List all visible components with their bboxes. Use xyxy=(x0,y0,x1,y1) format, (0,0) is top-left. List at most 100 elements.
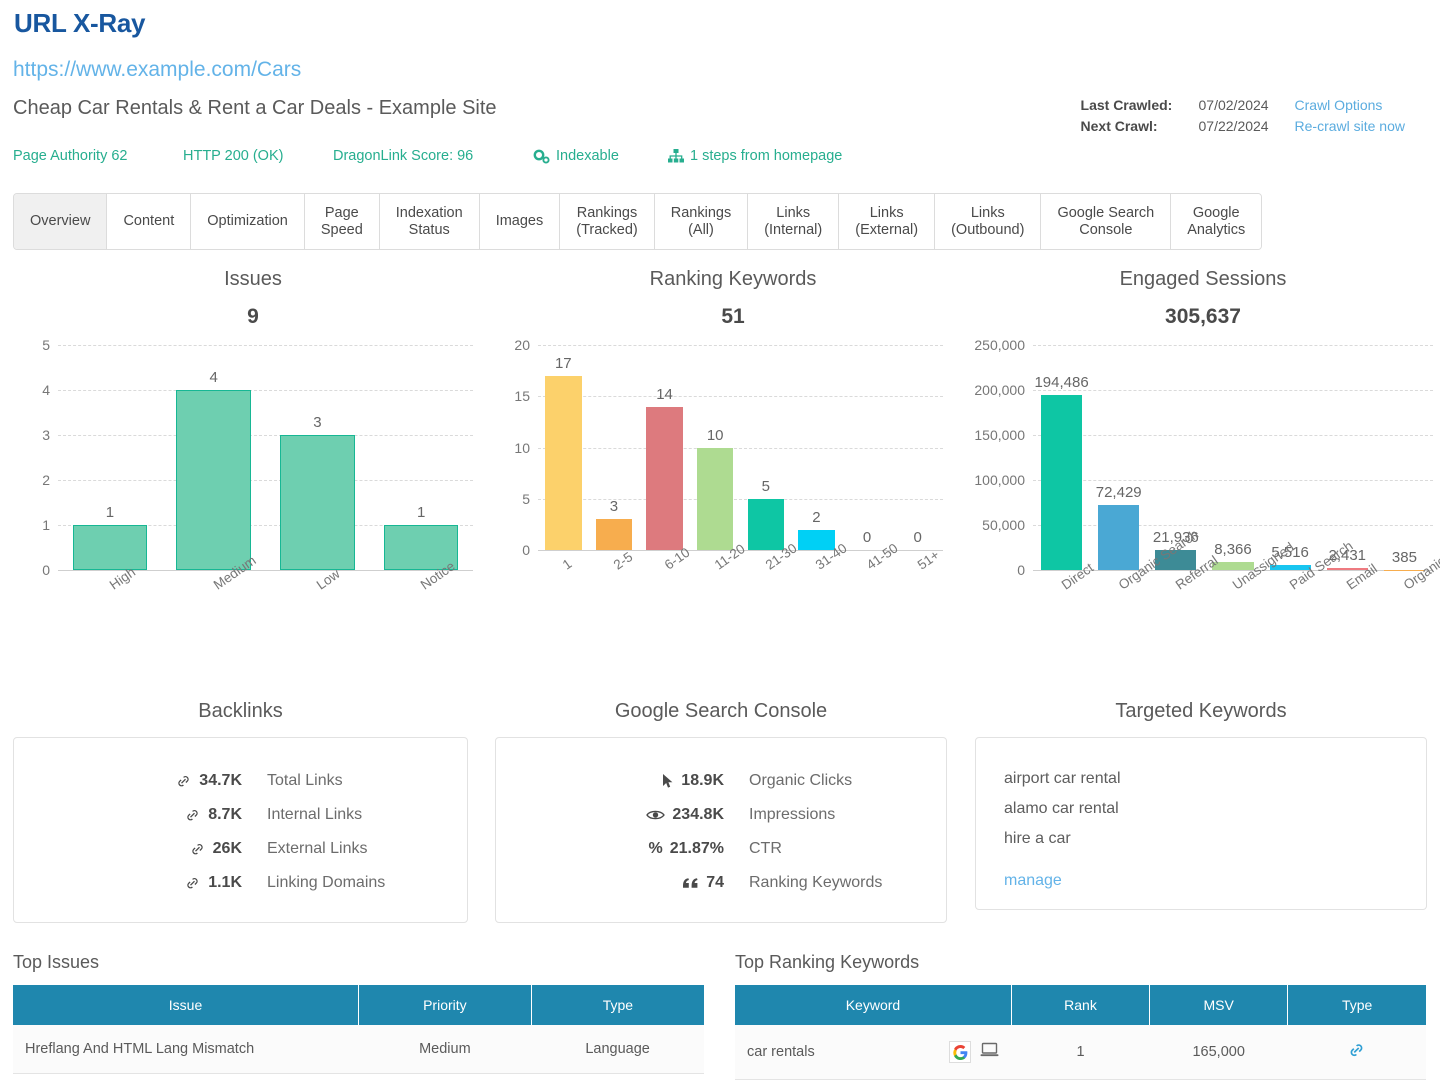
tab-content[interactable]: Content xyxy=(107,194,192,249)
bar-slot[interactable]: 3 xyxy=(266,345,370,570)
top-issues-caption: Top Issues xyxy=(13,952,100,972)
bar[interactable] xyxy=(798,529,835,550)
column-header[interactable]: Type xyxy=(531,985,704,1025)
stat-label: External Links xyxy=(267,840,368,857)
cell-rank: 1 xyxy=(1011,1025,1150,1080)
column-header[interactable]: Keyword xyxy=(735,985,1012,1025)
bar-slot[interactable]: 194,486 xyxy=(1033,345,1090,570)
bar[interactable] xyxy=(280,435,355,570)
y-axis-tick-label: 5 xyxy=(42,337,50,353)
bar[interactable] xyxy=(646,406,683,550)
tab-links-external[interactable]: Links (External) xyxy=(839,194,936,249)
cursor-icon xyxy=(661,773,674,789)
last-crawled-row: Last Crawled: 07/02/2024 Crawl Options xyxy=(1081,95,1405,116)
bar-slot[interactable]: 14 xyxy=(639,345,690,550)
chart-title: Engaged Sessions xyxy=(1119,268,1287,290)
bar[interactable] xyxy=(1041,394,1083,570)
tab-rankings-tracked[interactable]: Rankings (Tracked) xyxy=(560,194,655,249)
bar[interactable] xyxy=(1098,504,1140,570)
table-row[interactable]: car rentals 1 165,000 xyxy=(735,1025,1426,1080)
link-icon xyxy=(184,876,201,891)
tab-indexation-status[interactable]: Indexation Status xyxy=(379,194,480,249)
column-header[interactable]: Type xyxy=(1287,985,1426,1025)
bar-slot[interactable]: 10 xyxy=(690,345,741,550)
bar[interactable] xyxy=(696,447,734,550)
chart-engaged-sessions: Engaged Sessions 305,637 0 50,000 100,000 150… xyxy=(973,268,1440,593)
stat-row: 34.7K Total Links xyxy=(14,764,467,798)
gsc-box: 18.9K Organic Clicks 234.8K Impressions % 21.… xyxy=(495,737,947,923)
y-axis-tick-label: 4 xyxy=(42,382,50,398)
x-axis-tick: Paid Search xyxy=(1262,538,1356,592)
stat-row: 8.7K Internal Links xyxy=(14,798,467,832)
sitemap-icon xyxy=(668,149,684,163)
bar-slot[interactable]: 72,429 xyxy=(1090,345,1147,570)
stat-value-group: 26K xyxy=(14,832,242,866)
crawl-options-link[interactable]: Crawl Options xyxy=(1295,95,1383,116)
stat-value-group: 34.7K xyxy=(14,764,242,798)
bar[interactable] xyxy=(595,519,633,550)
x-axis-tick: High xyxy=(58,564,162,592)
bar-value-label: 5 xyxy=(761,477,770,495)
stat-row: 18.9K Organic Clicks xyxy=(496,764,946,798)
y-axis-tick-label: 200,000 xyxy=(974,382,1025,398)
bar-slot[interactable]: 2,431 xyxy=(1319,345,1376,570)
status-page-authority: Page Authority 62 xyxy=(13,148,183,164)
recrawl-site-link[interactable]: Re-crawl site now xyxy=(1295,116,1405,137)
tab-google-search-console[interactable]: Google Search Console xyxy=(1041,194,1172,249)
chart-total-value: 9 xyxy=(247,305,259,328)
link-icon[interactable] xyxy=(1347,1043,1366,1063)
column-header[interactable]: Rank xyxy=(1011,985,1151,1025)
bar-slot[interactable]: 5 xyxy=(741,345,792,550)
bar-value-label: 10 xyxy=(706,426,724,444)
bar-slot[interactable]: 1 xyxy=(58,345,162,570)
tab-google-analytics[interactable]: Google Analytics xyxy=(1171,194,1262,249)
bar-slot[interactable]: 0 xyxy=(892,345,943,550)
stat-value: 34.7K xyxy=(199,772,242,789)
bar-slot[interactable]: 2 xyxy=(791,345,842,550)
tab-images[interactable]: Images xyxy=(479,194,561,249)
page-url-link[interactable]: https://www.example.com/Cars xyxy=(13,58,301,82)
stat-value: 26K xyxy=(212,840,242,857)
bar-slot[interactable]: 3 xyxy=(589,345,640,550)
eye-icon xyxy=(646,808,666,822)
bar-value-label: 17 xyxy=(554,354,572,372)
bar-slot[interactable]: 0 xyxy=(842,345,893,550)
bar[interactable] xyxy=(176,390,251,570)
tab-page-speed[interactable]: Page Speed xyxy=(304,194,380,249)
crawl-metadata: Last Crawled: 07/02/2024 Crawl Options N… xyxy=(1081,95,1405,137)
last-crawled-label: Last Crawled: xyxy=(1080,97,1173,113)
column-header[interactable]: MSV xyxy=(1149,985,1289,1025)
table-row[interactable]: Hreflang And HTML Lang Mismatch Medium Lan… xyxy=(13,1025,704,1074)
column-header[interactable]: Issue xyxy=(13,985,359,1025)
bar[interactable] xyxy=(747,498,785,550)
bar-value-label: 194,486 xyxy=(1034,373,1089,391)
bar-slot[interactable]: 5,516 xyxy=(1262,345,1319,570)
bar-slot[interactable]: 4 xyxy=(162,345,266,570)
tab-rankings-all[interactable]: Rankings (All) xyxy=(654,194,749,249)
bar-slot[interactable]: 17 xyxy=(538,345,589,550)
manage-keywords-link[interactable]: manage xyxy=(1004,866,1062,896)
bar[interactable] xyxy=(72,525,148,570)
bar[interactable] xyxy=(545,375,582,550)
tab-overview[interactable]: Overview xyxy=(14,194,108,249)
tab-links-internal[interactable]: Links (Internal) xyxy=(748,194,840,249)
stat-value-group: % 21.87% xyxy=(496,832,725,866)
tab-links-outbound[interactable]: Links (Outbound) xyxy=(935,194,1042,249)
bar-slot[interactable]: 8,366 xyxy=(1204,345,1261,570)
x-axis-tick-label: 2-5 xyxy=(610,549,636,573)
x-axis-tick: 1 xyxy=(538,554,589,573)
table-header-row: Issue Priority Type xyxy=(13,985,704,1025)
column-header[interactable]: Priority xyxy=(358,985,532,1025)
bar-value-label: 14 xyxy=(656,385,673,403)
bar-slot[interactable]: 385 xyxy=(1376,345,1433,570)
y-axis-tick-label: 1 xyxy=(42,517,50,533)
y-axis-tick-label: 5 xyxy=(522,490,530,507)
stat-label: Total Links xyxy=(267,772,343,789)
x-axis-tick: Notice xyxy=(369,558,473,592)
tab-optimization[interactable]: Optimization xyxy=(191,194,305,249)
stat-row: % 21.87% CTR xyxy=(496,832,946,866)
stat-value-group: 18.9K xyxy=(496,764,724,798)
page-authority-label: Page Authority 62 xyxy=(13,148,128,164)
bar-slot[interactable]: 1 xyxy=(369,345,473,570)
stat-row: 74 Ranking Keywords xyxy=(496,866,946,900)
